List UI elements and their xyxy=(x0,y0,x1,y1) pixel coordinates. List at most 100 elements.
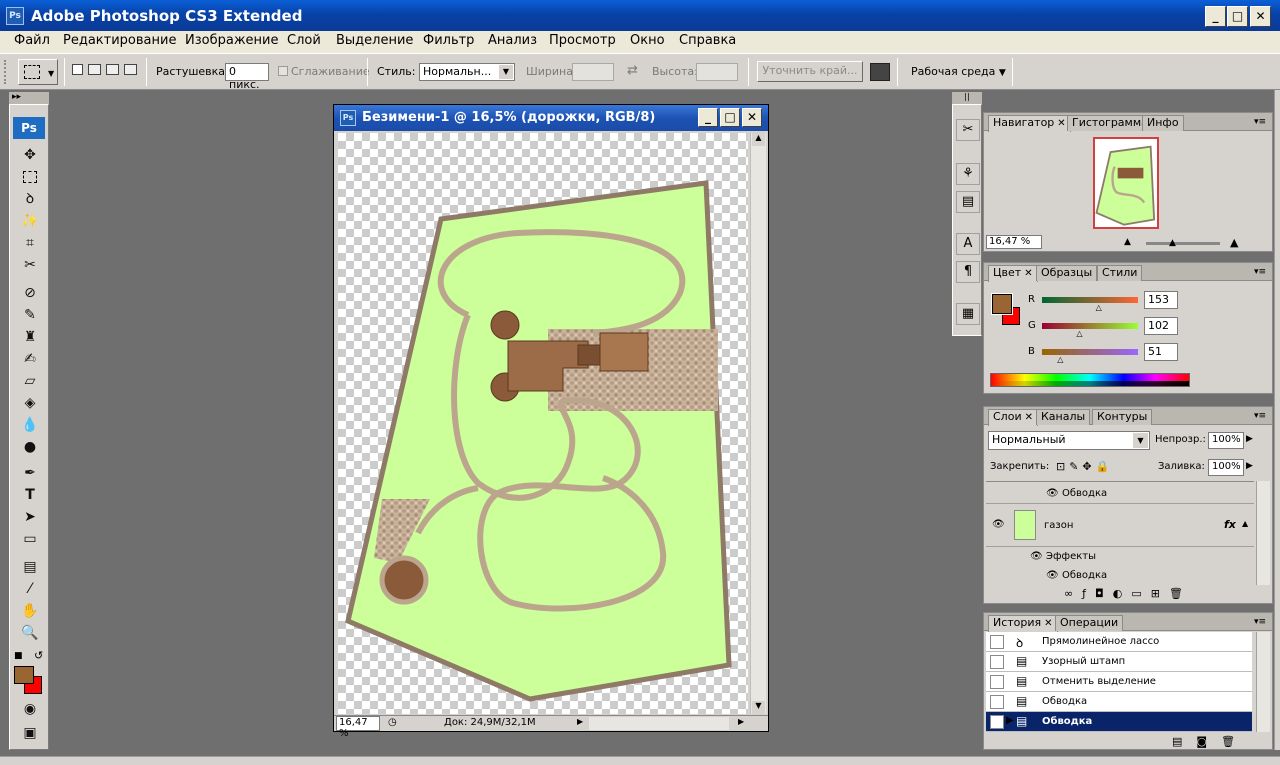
panel-menu-icon[interactable]: ▾≡ xyxy=(1254,267,1266,277)
menu-help[interactable]: Справка xyxy=(679,33,736,48)
menu-layer[interactable]: Слой xyxy=(287,33,321,48)
history-snapshot-checkbox[interactable] xyxy=(990,695,1004,709)
history-scrollbar[interactable] xyxy=(1256,632,1270,732)
opacity-input[interactable]: 100% xyxy=(1208,432,1244,449)
tab-layers[interactable]: Слои ✕ xyxy=(988,409,1038,426)
channel-g-slider[interactable] xyxy=(1042,323,1138,329)
scroll-down-icon[interactable]: ▼ xyxy=(752,701,765,714)
screen-mode-icon[interactable]: ▣ xyxy=(18,723,42,743)
hand-tool-icon[interactable]: ✋ xyxy=(18,601,42,621)
tab-channels[interactable]: Каналы xyxy=(1036,409,1091,425)
tab-color[interactable]: Цвет ✕ xyxy=(988,265,1038,282)
menu-analysis[interactable]: Анализ xyxy=(488,33,537,48)
close-icon[interactable]: ✕ xyxy=(1044,618,1052,629)
horizontal-scrollbar[interactable] xyxy=(589,717,729,730)
dodge-tool-icon[interactable]: ● xyxy=(18,437,42,457)
fill-input[interactable]: 100% xyxy=(1208,459,1244,476)
slice-tool-icon[interactable]: ✂ xyxy=(18,255,42,275)
feather-input[interactable]: 0 пикс. xyxy=(225,63,269,91)
effects-row[interactable]: 👁 Эффекты xyxy=(986,548,1254,566)
status-arrow-icon[interactable]: ▶ xyxy=(577,717,583,726)
paragraph-icon[interactable]: ¶ xyxy=(956,261,980,283)
add-selection-icon[interactable] xyxy=(88,64,101,75)
zoom-in-icon[interactable]: ▲ xyxy=(1230,236,1238,249)
workspace-menu[interactable]: Рабочая среда ▼ xyxy=(911,65,1006,78)
panel-menu-icon[interactable]: ▾≡ xyxy=(1254,617,1266,627)
history-brush-tool-icon[interactable]: ✍ xyxy=(18,349,42,369)
bridge-icon[interactable] xyxy=(870,63,890,81)
channel-r-slider[interactable] xyxy=(1042,297,1138,303)
scroll-right-icon[interactable]: ▶ xyxy=(738,717,744,726)
minimize-button[interactable]: _ xyxy=(1205,6,1226,27)
history-snapshot-checkbox[interactable] xyxy=(990,715,1004,729)
foreground-color-swatch[interactable] xyxy=(14,666,34,684)
history-footer-icons[interactable]: ▤◙🗑 xyxy=(1172,735,1249,748)
scroll-up-icon[interactable]: ▲ xyxy=(752,133,765,146)
close-button[interactable]: ✕ xyxy=(1250,6,1271,27)
document-vertical-scrollbar[interactable]: ▲ ▼ xyxy=(750,133,766,714)
close-icon[interactable]: ✕ xyxy=(1025,412,1033,423)
close-icon[interactable]: ✕ xyxy=(1024,268,1032,279)
swap-icon[interactable]: ⇄ xyxy=(627,63,638,78)
navigator-zoom-field[interactable]: 16,47 % xyxy=(986,235,1042,249)
navigator-thumbnail[interactable] xyxy=(1093,137,1159,229)
panel-menu-icon[interactable]: ▾≡ xyxy=(1254,411,1266,421)
clone-stamp-tool-icon[interactable]: ♜ xyxy=(18,327,42,347)
tab-info[interactable]: Инфо xyxy=(1142,115,1184,131)
tab-history[interactable]: История ✕ xyxy=(988,615,1058,632)
eyedropper-tool-icon[interactable]: ⁄ xyxy=(18,579,42,599)
zoom-field[interactable]: 16,47 % xyxy=(336,716,380,739)
width-input[interactable] xyxy=(572,63,614,81)
tool-preset-picker[interactable]: ▼ xyxy=(18,59,58,85)
menu-file[interactable]: Файл xyxy=(14,33,50,48)
fill-arrow-icon[interactable]: ▶ xyxy=(1246,461,1253,471)
toolbox-header[interactable]: ▸▸ xyxy=(9,92,49,104)
shape-tool-icon[interactable]: ▭ xyxy=(18,529,42,549)
history-item-selected[interactable]: ▶ ▤ Обводка xyxy=(986,712,1252,732)
visibility-eye-icon[interactable]: 👁 xyxy=(1030,551,1043,562)
channel-b-input[interactable]: 51 xyxy=(1144,343,1178,361)
visibility-eye-icon[interactable]: 👁 xyxy=(992,519,1005,530)
lasso-tool-icon[interactable]: ꝺ xyxy=(18,189,42,209)
blur-tool-icon[interactable]: 💧 xyxy=(18,415,42,435)
menu-window[interactable]: Окно xyxy=(630,33,665,48)
channel-r-input[interactable]: 153 xyxy=(1144,291,1178,309)
visibility-eye-icon[interactable]: 👁 xyxy=(1046,488,1059,499)
intersect-selection-icon[interactable] xyxy=(124,64,137,75)
history-item[interactable]: ▤ Узорный штамп xyxy=(986,652,1252,672)
visibility-eye-icon[interactable]: 👁 xyxy=(1046,570,1059,581)
stroke-effect-row[interactable]: 👁 Обводка xyxy=(986,567,1254,585)
doc-close-button[interactable]: ✕ xyxy=(742,108,762,127)
layer-effect-row[interactable]: 👁 Обводка xyxy=(986,482,1254,504)
menu-select[interactable]: Выделение xyxy=(336,33,413,48)
brush-tool-icon[interactable]: ✎ xyxy=(18,305,42,325)
tab-navigator[interactable]: Навигатор ✕ xyxy=(988,115,1071,132)
antialias-checkbox[interactable] xyxy=(278,66,288,76)
layer-row-lawn[interactable]: 👁 газон fx ▲ xyxy=(986,505,1254,547)
lock-options-icon[interactable]: ⊡✎✥🔒 xyxy=(1056,460,1113,473)
blend-mode-select[interactable]: Нормальный ▼ xyxy=(988,431,1150,450)
style-select[interactable]: Нормальн... ▼ xyxy=(419,63,515,81)
menu-view[interactable]: Просмотр xyxy=(549,33,616,48)
tab-styles[interactable]: Стили xyxy=(1097,265,1143,281)
tab-actions[interactable]: Операции xyxy=(1055,615,1124,631)
tab-paths[interactable]: Контуры xyxy=(1092,409,1153,425)
refine-edge-button[interactable]: Уточнить край... xyxy=(757,61,863,82)
paint-bucket-tool-icon[interactable]: ◈ xyxy=(18,393,42,413)
marquee-tool-icon[interactable] xyxy=(18,167,42,187)
layers-scrollbar[interactable] xyxy=(1256,481,1270,585)
notes-tool-icon[interactable]: ▤ xyxy=(18,557,42,577)
status-menu-icon[interactable]: ◷ xyxy=(388,717,397,728)
brushes-icon[interactable]: ⚘ xyxy=(956,163,980,185)
doc-minimize-button[interactable]: _ xyxy=(698,108,718,127)
menu-image[interactable]: Изображение xyxy=(185,33,278,48)
history-item[interactable]: ꝺ Прямолинейное лассо xyxy=(986,632,1252,652)
layers-footer-icons[interactable]: ∞ƒ◘◐▭⊞🗑 xyxy=(1064,587,1192,600)
eraser-tool-icon[interactable]: ▱ xyxy=(18,371,42,391)
magic-wand-tool-icon[interactable]: ✨ xyxy=(18,211,42,231)
character-icon[interactable]: A xyxy=(956,233,980,255)
panel-menu-icon[interactable]: ▾≡ xyxy=(1254,117,1266,127)
color-panel-foreground-swatch[interactable] xyxy=(991,293,1013,315)
tab-histogram[interactable]: Гистограмма xyxy=(1067,115,1153,131)
layer-comps-icon[interactable]: ▦ xyxy=(956,303,980,325)
